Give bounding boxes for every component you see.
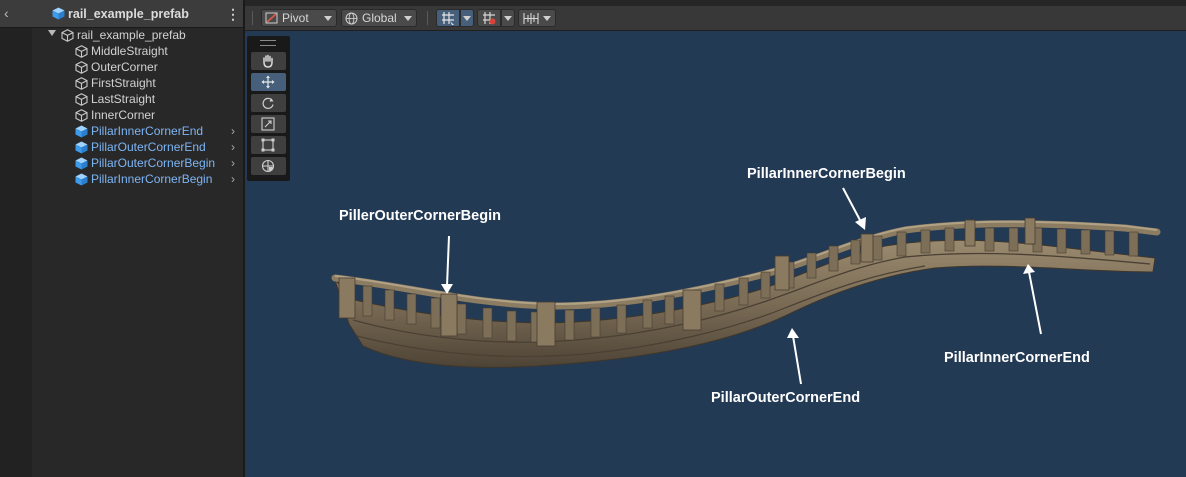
kebab-menu-icon[interactable]: ⋮ xyxy=(226,5,240,23)
expand-arrow-icon[interactable] xyxy=(48,30,56,36)
rect-tool-button[interactable] xyxy=(251,136,286,154)
hierarchy-item-label: LastStraight xyxy=(91,92,156,106)
palette-grip[interactable] xyxy=(260,40,276,46)
hierarchy-item-label: PillarOuterCornerEnd xyxy=(91,140,206,154)
hierarchy-prefab-item[interactable]: PillarInnerCornerEnd › xyxy=(75,123,241,139)
gameobject-cube-icon xyxy=(75,45,88,58)
annotation-inner-corner-begin: PillarInnerCornerBegin xyxy=(747,166,906,182)
gameobject-cube-icon xyxy=(75,109,88,122)
rotate-icon xyxy=(262,97,274,109)
rect-transform-icon xyxy=(261,138,275,152)
hierarchy-item-label: PillarInnerCornerBegin xyxy=(91,172,213,186)
hierarchy-item-label: OuterCorner xyxy=(91,60,158,74)
prefab-cube-icon xyxy=(75,141,88,154)
hierarchy-item-label: InnerCorner xyxy=(91,108,156,122)
move-tool-button[interactable] xyxy=(251,73,286,91)
hierarchy-prefab-item[interactable]: PillarInnerCornerBegin › xyxy=(75,171,241,187)
rotate-tool-button[interactable] xyxy=(251,94,286,112)
hierarchy-item-label: MiddleStraight xyxy=(91,44,168,58)
hand-icon xyxy=(263,54,273,68)
hierarchy-panel: ‹ rail_example_prefab ⋮ rail_example_pre… xyxy=(0,0,243,477)
annotation-outer-corner-end: PillarOuterCornerEnd xyxy=(711,390,861,406)
prefab-cube-icon xyxy=(75,173,88,186)
hierarchy-item-label: PillarOuterCornerBegin xyxy=(91,156,216,170)
hierarchy-item-label: PillarInnerCornerEnd xyxy=(91,124,204,138)
hierarchy-root-label: rail_example_prefab xyxy=(77,28,186,42)
scale-tool-button[interactable] xyxy=(251,115,286,133)
gameobject-cube-icon xyxy=(75,77,88,90)
chevron-right-icon[interactable]: › xyxy=(231,123,235,139)
hierarchy-gutter xyxy=(0,28,32,477)
transform-tool-button[interactable] xyxy=(251,157,286,175)
chevron-right-icon[interactable]: › xyxy=(231,155,235,171)
prefab-breadcrumb-bar: ‹ rail_example_prefab ⋮ xyxy=(0,0,243,28)
annotation-inner-corner-end: PillarInnerCornerEnd xyxy=(944,350,1090,366)
hierarchy-prefab-item[interactable]: PillarOuterCornerBegin › xyxy=(75,155,241,171)
move-icon xyxy=(261,75,275,89)
gameobject-cube-icon xyxy=(61,29,74,42)
gameobject-cube-icon xyxy=(75,61,88,74)
hierarchy-prefab-item[interactable]: PillarOuterCornerEnd › xyxy=(75,139,241,155)
chevron-right-icon[interactable]: › xyxy=(231,139,235,155)
scene-view[interactable]: Pivot Global PillerOuterCornerBegin Pill… xyxy=(245,0,1186,477)
prefab-cube-icon xyxy=(75,157,88,170)
hierarchy-item-label: FirstStraight xyxy=(91,76,156,90)
scale-icon xyxy=(261,117,275,131)
hand-tool-button[interactable] xyxy=(251,52,286,70)
chevron-right-icon[interactable]: › xyxy=(231,171,235,187)
prefab-title: rail_example_prefab xyxy=(68,7,189,21)
transform-icon xyxy=(261,159,275,173)
gameobject-cube-icon xyxy=(75,93,88,106)
annotation-outer-corner-begin: PillerOuterCornerBegin xyxy=(339,208,501,224)
back-chevron-icon[interactable]: ‹ xyxy=(4,5,14,21)
tool-palette xyxy=(247,36,290,181)
prefab-cube-icon xyxy=(75,125,88,138)
prefab-cube-icon xyxy=(52,7,65,20)
